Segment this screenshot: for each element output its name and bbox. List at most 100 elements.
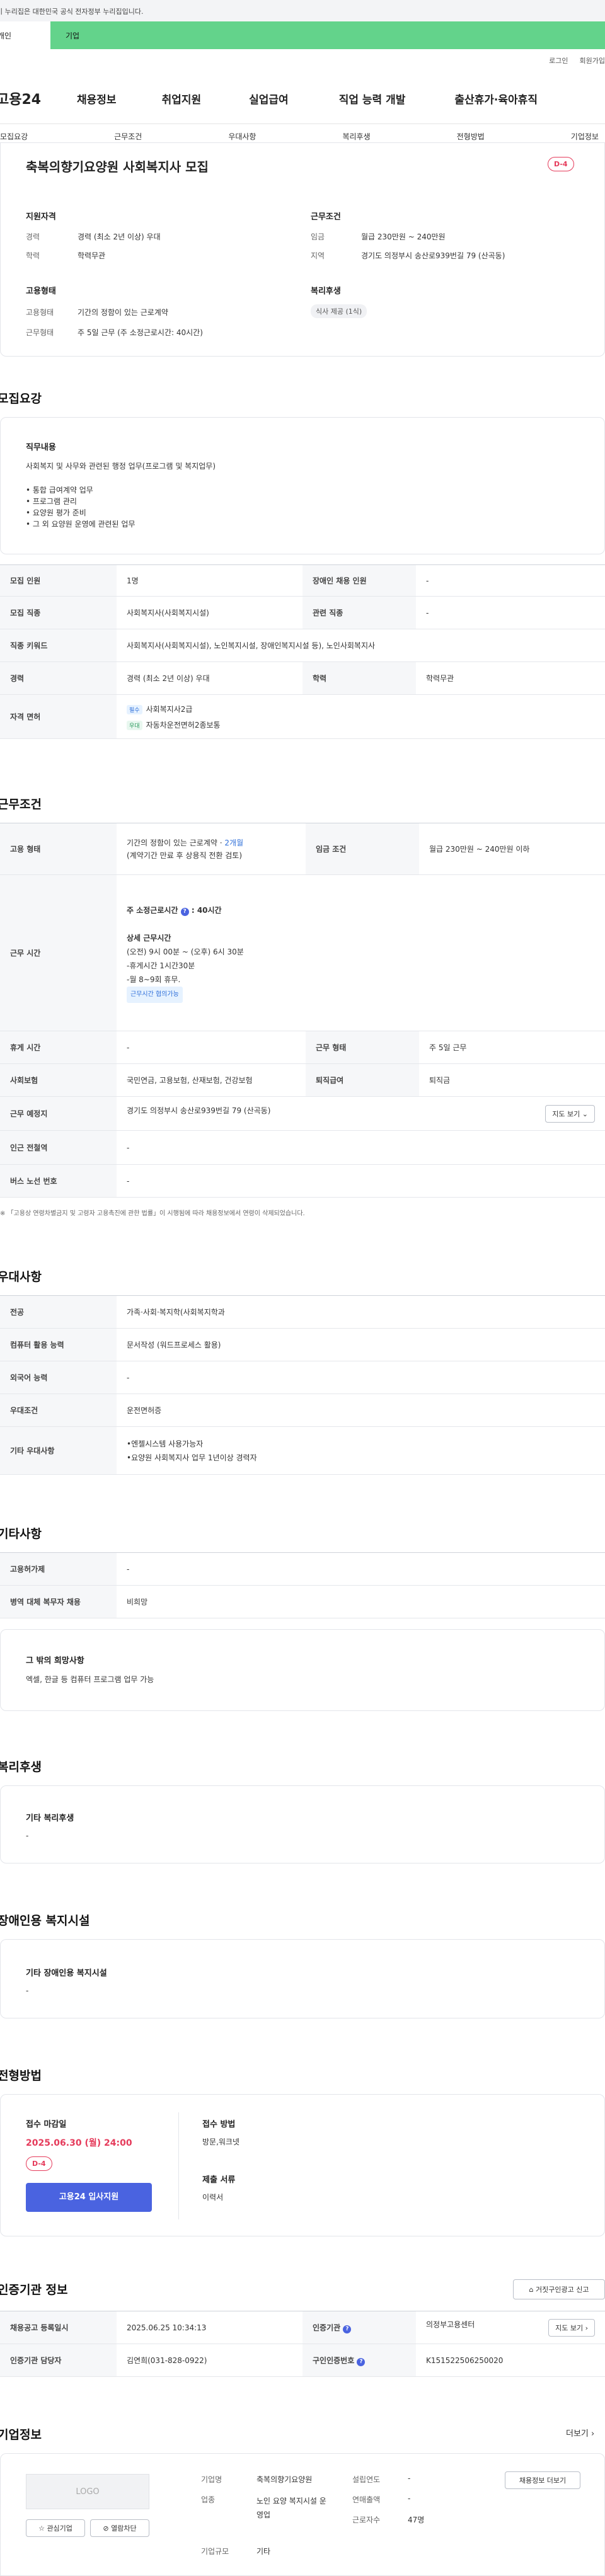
agency-map-button[interactable]: 지도 보기 › — [548, 2318, 595, 2337]
site-logo[interactable]: 고용24 — [0, 88, 66, 108]
pref-cond-label: 우대조건 — [0, 1394, 117, 1427]
edu-row-label: 학력 — [302, 661, 416, 695]
hours-detail-line: -휴게시간 1시간30분 — [127, 961, 195, 970]
conditions-table: 고용 형태 기간의 정함이 있는 근로계약 · 2개월 (계약기간 만료 후 상… — [0, 823, 605, 1198]
docs-label: 제출 서류 — [202, 2175, 236, 2185]
subnav-welfare[interactable]: 복리후생 — [342, 131, 370, 142]
org-label: 인증기관 ? — [302, 2311, 416, 2344]
break-value: - — [117, 1031, 306, 1064]
signup-link[interactable]: 회원가입 — [580, 57, 605, 65]
industry-label: 업종 — [201, 2495, 216, 2504]
career-label: 경력 — [26, 232, 40, 241]
gnb-employment-support[interactable]: 취업지원 — [162, 91, 202, 106]
chevron-right-icon: › — [591, 2429, 595, 2439]
gnb-jobs[interactable]: 채용정보 — [77, 91, 117, 106]
welfare-value: - — [26, 1831, 29, 1840]
manager-value: 김연희(031-828-0922) — [117, 2344, 302, 2377]
break-label: 휴게 시간 — [0, 1031, 117, 1064]
language-value: - — [117, 1361, 605, 1394]
company-name-label: 기업명 — [201, 2475, 222, 2484]
worktype-label: 근무형태 — [26, 328, 54, 337]
pref-etc-value: •엔젤시스템 사용가능자 •요양원 사회복지사 업무 1년이상 경력자 — [117, 1426, 605, 1475]
edu-row-value: 학력무관 — [416, 661, 605, 695]
subnav-conditions[interactable]: 근무조건 — [114, 131, 142, 142]
conditions-section-title: 근무조건 — [0, 798, 42, 811]
block-button[interactable]: ⊘ 열람차단 — [90, 2519, 149, 2537]
size-label: 기업규모 — [201, 2547, 229, 2556]
subnav-company[interactable]: 기업정보 — [571, 131, 599, 142]
agency-section-title: 인증기관 정보 — [0, 2283, 68, 2297]
login-link[interactable]: 로그인 — [549, 57, 568, 65]
insurance-label: 사회보험 — [0, 1063, 117, 1097]
emptype-label: 고용형태 — [26, 308, 54, 317]
pref-cond-value: 운전면허증 — [117, 1394, 605, 1427]
info-icon[interactable]: ? — [180, 907, 189, 916]
license-label: 자격 면허 — [0, 694, 117, 739]
info-icon[interactable]: ? — [357, 2357, 366, 2366]
gov-banner: 이 누리집은 대한민국 공식 전자정부 누리집입니다. — [0, 0, 605, 21]
chevron-right-icon: › — [585, 2323, 588, 2332]
map-button[interactable]: 지도 보기 ⌄ — [545, 1104, 595, 1123]
deadline-label: 접수 마감일 — [26, 2120, 67, 2129]
job-title: 축복의향기요양원 사회복지사 모집 — [26, 159, 209, 175]
edu-label: 학력 — [26, 251, 40, 260]
deadline-value: 2025.06.30 (월) 24:00 — [26, 2138, 132, 2148]
disabled-card: 기타 장애인용 복지시설 - — [0, 1939, 605, 2018]
disabled-section-title: 장애인용 복지시설 — [0, 1914, 90, 1928]
welfare-section-title: 복리후생 — [0, 1760, 42, 1774]
gnb-leave[interactable]: 출산휴가·육아휴직 — [454, 91, 538, 106]
top-tabs: 개인 기업 — [0, 21, 605, 49]
interest-button[interactable]: ☆ 관심기업 — [26, 2519, 85, 2537]
duty-item: • 그 외 요양원 운영에 관련된 업무 — [26, 520, 135, 529]
welfare-card: 기타 복리후생 - — [0, 1785, 605, 1863]
company-jobs-button[interactable]: 채용정보 더보기 — [505, 2471, 580, 2489]
job-no-value: K151522506250020 — [416, 2344, 605, 2377]
subway-label: 인근 전철역 — [0, 1130, 117, 1165]
job-label: 모집 직종 — [0, 596, 117, 629]
etc-table: 고용허가제 - 병역 대체 복무자 채용 비희망 — [0, 1552, 605, 1618]
apply-button[interactable]: 고용24 입사지원 — [26, 2183, 152, 2212]
bus-value: - — [117, 1164, 605, 1198]
duty-item: • 요양원 평가 준비 — [26, 508, 86, 517]
company-card: LOGO ☆ 관심기업 ⊘ 열람차단 기업명 축복의향기요양원 업종 노인 요양… — [0, 2453, 605, 2576]
gnb-training[interactable]: 직업 능력 개발 — [339, 91, 406, 106]
subnav-preferred[interactable]: 우대사항 — [228, 131, 256, 142]
subnav-recruit[interactable]: 모집요강 — [0, 131, 28, 142]
elder-label: 고용허가제 — [0, 1552, 117, 1586]
job-no-label: 구인인증번호 ? — [302, 2344, 416, 2377]
tab-business[interactable]: 기업 — [50, 21, 605, 49]
tab-individual[interactable]: 개인 — [0, 21, 50, 49]
wage-label: 임금 — [311, 232, 325, 241]
worktype-cond-label: 근무 형태 — [306, 1031, 419, 1064]
subway-value: - — [117, 1130, 605, 1165]
company-more-link[interactable]: 더보기 › — [566, 2427, 594, 2439]
edu-value: 학력무관 — [78, 251, 106, 260]
etc-other-card: 그 밖의 희망사항 엑셀, 한글 등 컴퓨터 프로그램 업무 가능 — [0, 1629, 605, 1711]
computer-label: 컴퓨터 활용 능력 — [0, 1328, 117, 1361]
subnav-selection[interactable]: 전형방법 — [457, 131, 485, 142]
welfare-title: 복리후생 — [311, 287, 341, 296]
gov-banner-text: 이 누리집은 대한민국 공식 전자정부 누리집입니다. — [0, 8, 144, 16]
keyword-label: 직종 키워드 — [0, 629, 117, 662]
qual-title: 지원자격 — [26, 212, 56, 222]
method-label: 접수 방법 — [202, 2120, 236, 2129]
wage-cond-label: 임금 조건 — [306, 823, 419, 875]
disabled-value: - — [26, 1986, 29, 1995]
gnb-unemployment[interactable]: 실업급여 — [249, 91, 289, 106]
star-icon: ☆ — [38, 2524, 45, 2533]
selection-section-title: 전형방법 — [0, 2069, 42, 2083]
career-row-value: 경력 (최소 2년 이상) 우대 — [117, 661, 302, 695]
insurance-value: 국민연금, 고용보험, 산재보험, 건강보험 — [117, 1063, 306, 1097]
dday-badge: D-4 — [548, 157, 574, 171]
worktype-value: 주 5일 근무 (주 소정근로시간: 40시간) — [78, 328, 203, 337]
major-label: 전공 — [0, 1295, 117, 1329]
etc-section-title: 기타사항 — [0, 1527, 42, 1541]
recruit-table: 모집 인원 1명 장애인 채용 인원 - 모집 직종 사회복지사(사회복지시설)… — [0, 564, 605, 739]
disabled-sub-title: 기타 장애인용 복지시설 — [26, 1969, 107, 1978]
duty-list: • 통합 급여계약 업무 • 프로그램 관리 • 요양원 평가 준비 • 그 외… — [26, 484, 135, 530]
report-button[interactable]: ⌂ 거짓구인광고 신고 — [513, 2279, 605, 2299]
info-icon[interactable]: ? — [343, 2325, 352, 2333]
recruit-section-title: 모집요강 — [0, 392, 42, 406]
method-value: 방문,워크넷 — [202, 2138, 240, 2146]
pref-etc-item: •요양원 사회복지사 업무 1년이상 경력자 — [127, 1453, 257, 1462]
